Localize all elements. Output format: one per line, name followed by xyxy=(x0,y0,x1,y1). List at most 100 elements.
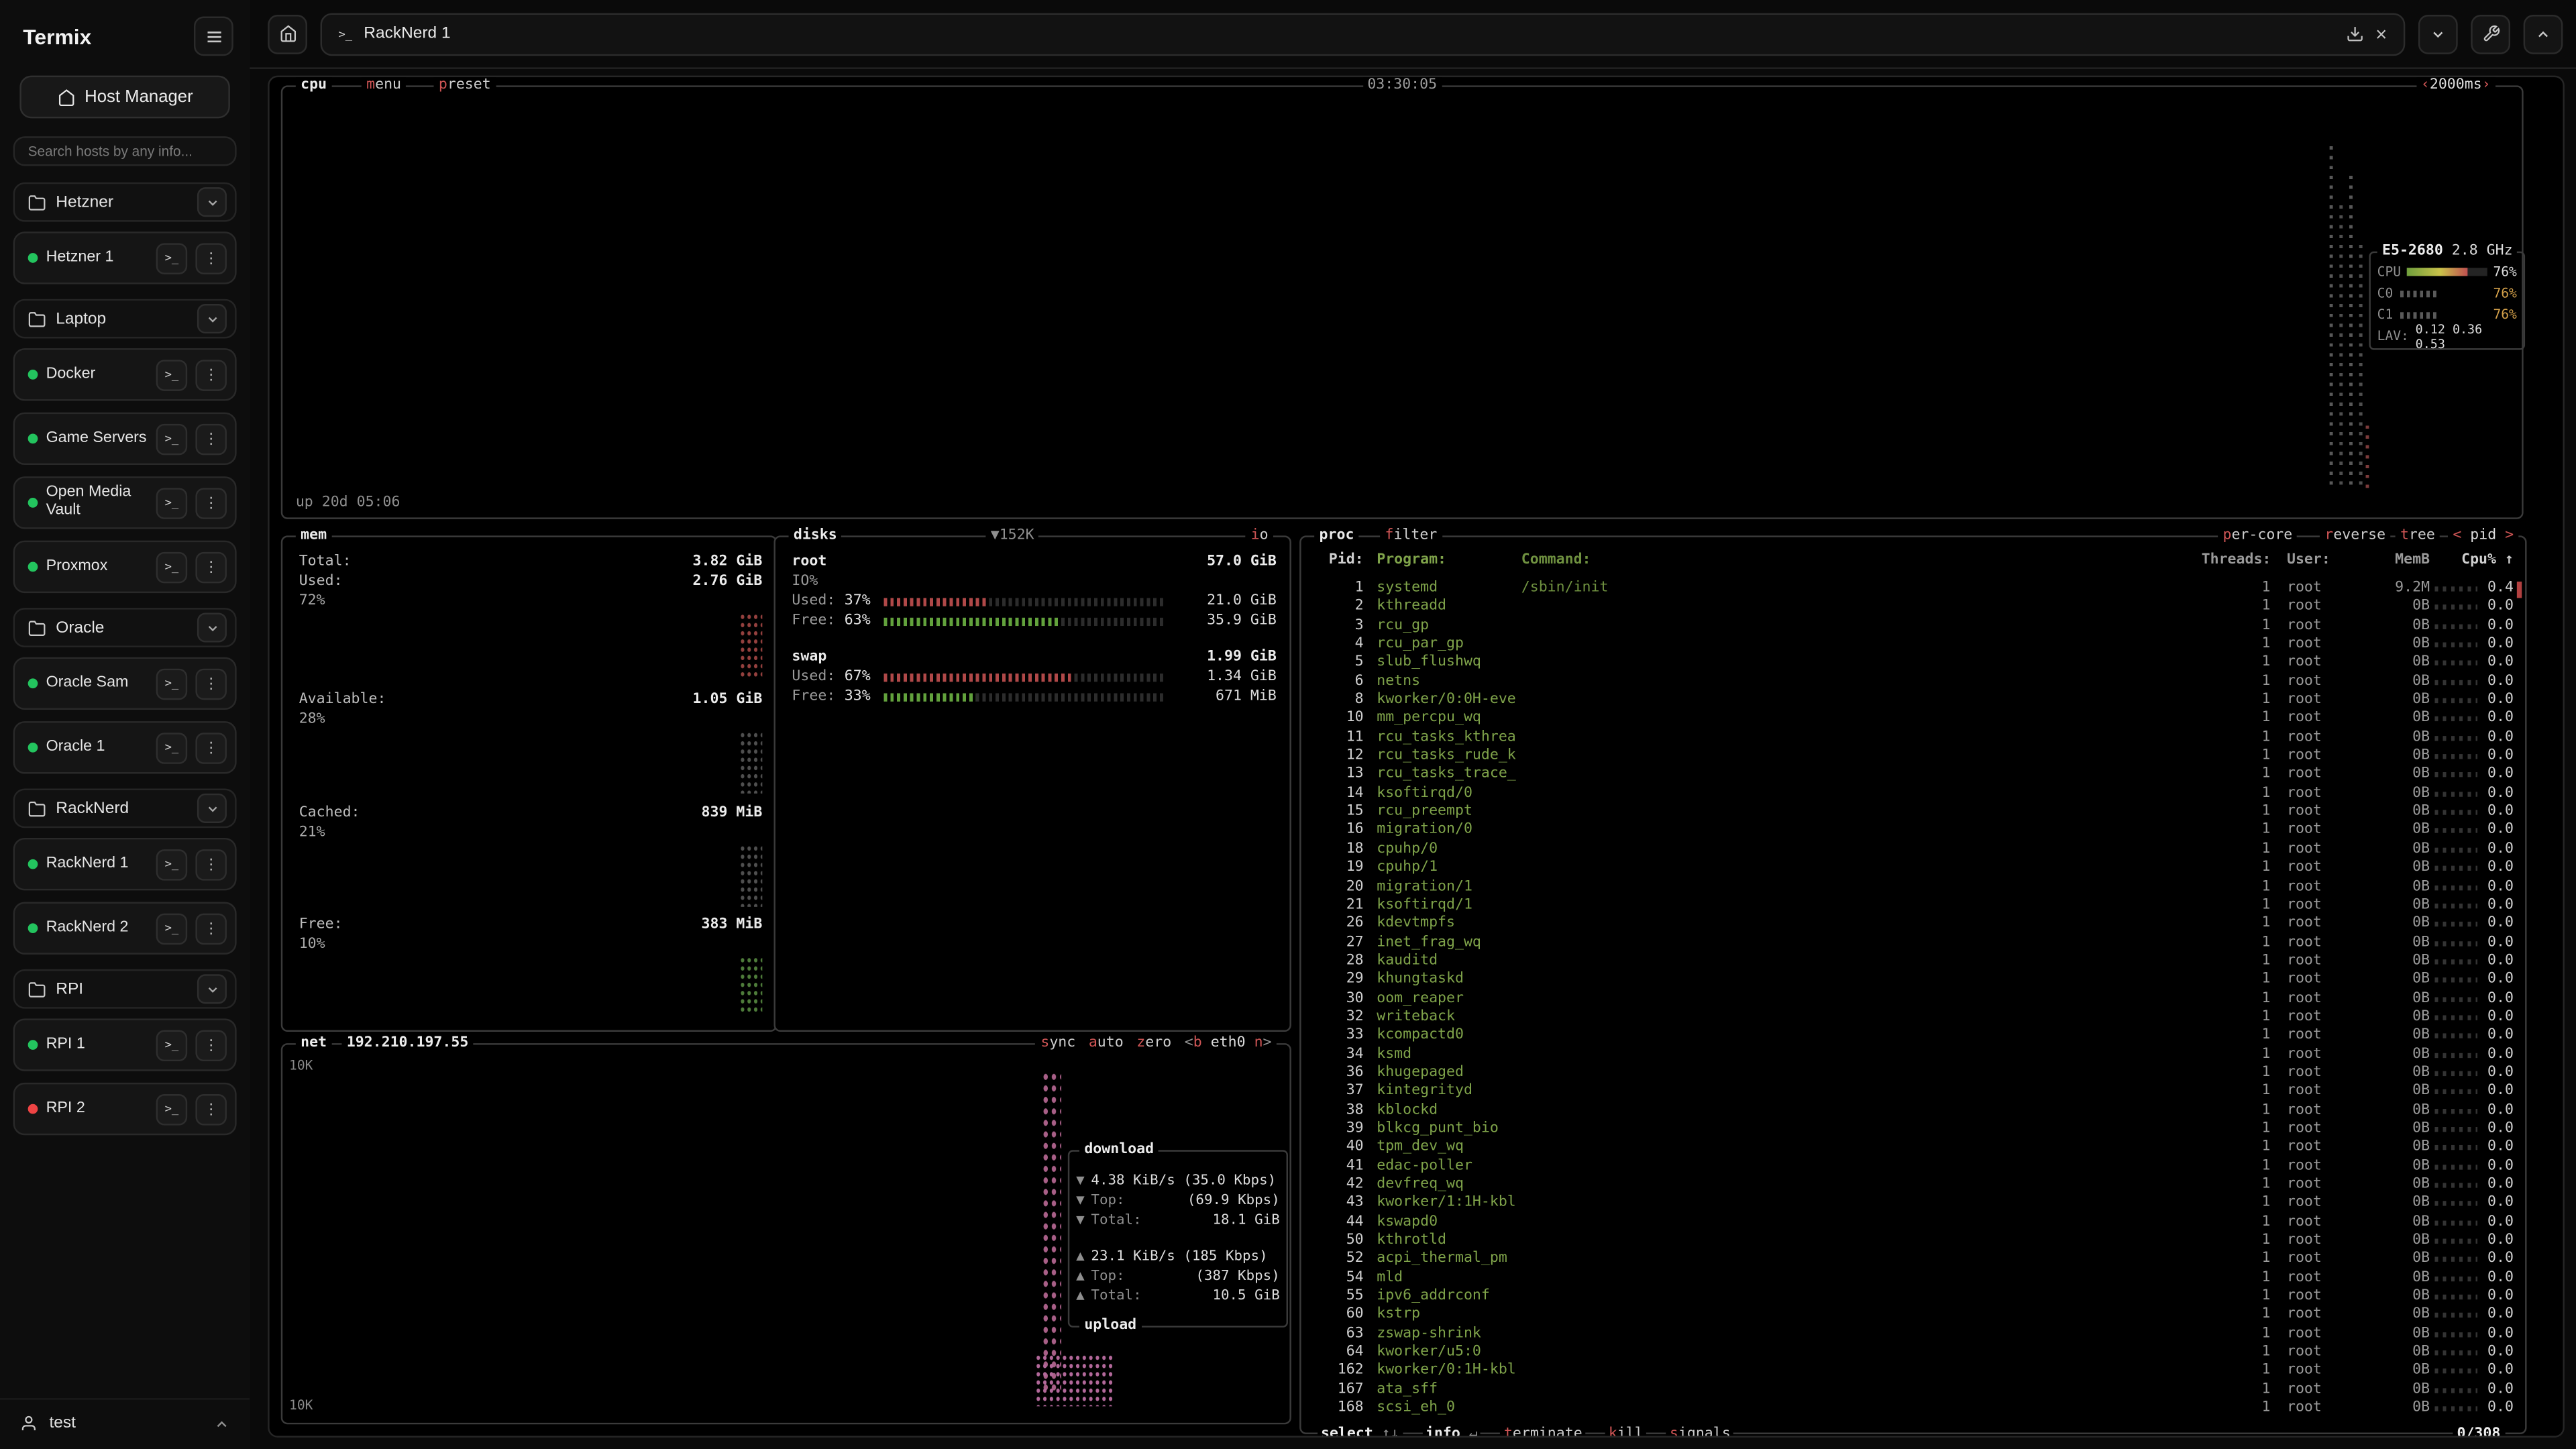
process-row[interactable]: 16migration/01root0B0.0 xyxy=(1301,822,2516,841)
host-manager-button[interactable]: Host Manager xyxy=(19,76,229,119)
host-menu-button[interactable]: ⋮ xyxy=(195,1029,227,1061)
process-row[interactable]: 37kintegrityd1root0B0.0 xyxy=(1301,1083,2516,1102)
folder-collapse-button[interactable] xyxy=(197,974,227,1004)
host-connect-button[interactable]: >_ xyxy=(156,1093,188,1125)
process-row[interactable]: 10mm_percpu_wq1root0B0.0 xyxy=(1301,710,2516,729)
host-connect-button[interactable]: >_ xyxy=(156,359,188,390)
process-row[interactable]: 40tpm_dev_wq1root0B0.0 xyxy=(1301,1139,2516,1158)
host-menu-button[interactable]: ⋮ xyxy=(195,487,227,519)
net-zero-button[interactable]: zero xyxy=(1136,1035,1171,1053)
process-row[interactable]: 26kdevtmpfs1root0B0.0 xyxy=(1301,916,2516,934)
host-connect-button[interactable]: >_ xyxy=(156,912,188,944)
folder-header[interactable]: RPI xyxy=(13,969,237,1009)
process-row[interactable]: 21ksoftirqd/11root0B0.0 xyxy=(1301,897,2516,916)
host-connect-button[interactable]: >_ xyxy=(156,242,188,274)
process-row[interactable]: 34ksmd1root0B0.0 xyxy=(1301,1046,2516,1065)
host-item[interactable]: Oracle Sam >_ ⋮ xyxy=(13,657,237,710)
host-menu-button[interactable]: ⋮ xyxy=(195,849,227,880)
process-row[interactable]: 18cpuhp/01root0B0.0 xyxy=(1301,841,2516,859)
host-menu-button[interactable]: ⋮ xyxy=(195,423,227,455)
host-menu-button[interactable]: ⋮ xyxy=(195,551,227,583)
process-row[interactable]: 60kstrp1root0B0.0 xyxy=(1301,1307,2516,1326)
user-menu[interactable]: test xyxy=(0,1398,250,1449)
host-item[interactable]: Hetzner 1 >_ ⋮ xyxy=(13,231,237,284)
process-row[interactable]: 64kworker/u5:01root0B0.0 xyxy=(1301,1344,2516,1362)
sort-selector[interactable]: < pid > xyxy=(2448,527,2518,545)
folder-collapse-button[interactable] xyxy=(197,794,227,823)
host-item[interactable]: RackNerd 1 >_ ⋮ xyxy=(13,838,237,890)
process-row[interactable]: 30oom_reaper1root0B0.0 xyxy=(1301,990,2516,1009)
process-row[interactable]: 52acpi_thermal_pm1root0B0.0 xyxy=(1301,1251,2516,1270)
tab-close-button[interactable]: × xyxy=(2375,24,2387,44)
chevron-up-icon[interactable] xyxy=(213,1415,229,1432)
split-dropdown-button[interactable] xyxy=(2418,14,2458,54)
folder-collapse-button[interactable] xyxy=(197,612,227,642)
host-menu-button[interactable]: ⋮ xyxy=(195,1093,227,1125)
filter-button[interactable]: filter xyxy=(1380,527,1442,545)
io-mode-button[interactable]: io xyxy=(1246,527,1273,545)
process-row[interactable]: 162kworker/0:1H-kbl1root0B0.0 xyxy=(1301,1362,2516,1381)
per-core-toggle[interactable]: per-core xyxy=(2218,527,2297,545)
process-row[interactable]: 6netns1root0B0.0 xyxy=(1301,673,2516,692)
process-row[interactable]: 3rcu_gp1root0B0.0 xyxy=(1301,617,2516,636)
process-row[interactable]: 27inet_frag_wq1root0B0.0 xyxy=(1301,934,2516,953)
process-row[interactable]: 12rcu_tasks_rude_k1root0B0.0 xyxy=(1301,748,2516,767)
process-row[interactable]: 4rcu_par_gp1root0B0.0 xyxy=(1301,636,2516,655)
host-item[interactable]: Proxmox >_ ⋮ xyxy=(13,541,237,593)
process-row[interactable]: 2kthreadd1root0B0.0 xyxy=(1301,598,2516,617)
process-row[interactable]: 19cpuhp/11root0B0.0 xyxy=(1301,859,2516,878)
process-row[interactable]: 43kworker/1:1H-kbl1root0B0.0 xyxy=(1301,1195,2516,1214)
process-row[interactable]: 32writeback1root0B0.0 xyxy=(1301,1008,2516,1027)
folder-collapse-button[interactable] xyxy=(197,187,227,217)
net-auto-button[interactable]: auto xyxy=(1089,1035,1124,1053)
process-row[interactable]: 42devfreq_wq1root0B0.0 xyxy=(1301,1176,2516,1195)
process-row[interactable]: 33kcompactd01root0B0.0 xyxy=(1301,1027,2516,1046)
host-connect-button[interactable]: >_ xyxy=(156,1029,188,1061)
terminal-view[interactable]: cpu menu preset 03:30:05 ‹2000ms› E5-268… xyxy=(268,76,2565,1438)
process-row[interactable]: 5slub_flushwq1root0B0.0 xyxy=(1301,655,2516,674)
host-item[interactable]: Docker >_ ⋮ xyxy=(13,348,237,400)
process-row[interactable]: 36khugepaged1root0B0.0 xyxy=(1301,1065,2516,1083)
process-row[interactable]: 1systemd/sbin/init1root9.2M0.4 xyxy=(1301,580,2516,598)
kill-button[interactable]: kill xyxy=(1605,1426,1647,1438)
host-connect-button[interactable]: >_ xyxy=(156,849,188,880)
host-connect-button[interactable]: >_ xyxy=(156,423,188,455)
process-row[interactable]: 13rcu_tasks_trace_1root0B0.0 xyxy=(1301,766,2516,785)
host-menu-button[interactable]: ⋮ xyxy=(195,732,227,763)
host-connect-button[interactable]: >_ xyxy=(156,487,188,519)
host-item[interactable]: Open Media Vault >_ ⋮ xyxy=(13,476,237,529)
process-row[interactable]: 50kthrotld1root0B0.0 xyxy=(1301,1232,2516,1251)
tools-button[interactable] xyxy=(2471,14,2510,54)
host-item[interactable]: RPI 1 >_ ⋮ xyxy=(13,1018,237,1071)
process-row[interactable]: 55ipv6_addrconf1root0B0.0 xyxy=(1301,1288,2516,1307)
reverse-toggle[interactable]: reverse xyxy=(2320,527,2390,545)
process-row[interactable]: 28kauditd1root0B0.0 xyxy=(1301,953,2516,971)
update-interval-control[interactable]: ‹2000ms› xyxy=(2416,77,2496,95)
process-row[interactable]: 168scsi_eh_01root0B0.0 xyxy=(1301,1400,2516,1419)
process-row[interactable]: 15rcu_preempt1root0B0.0 xyxy=(1301,804,2516,822)
host-menu-button[interactable]: ⋮ xyxy=(195,359,227,390)
collapse-header-button[interactable] xyxy=(2524,14,2563,54)
tree-toggle[interactable]: tree xyxy=(2396,527,2440,545)
folder-header[interactable]: RackNerd xyxy=(13,789,237,828)
host-item[interactable]: Game Servers >_ ⋮ xyxy=(13,413,237,465)
folder-header[interactable]: Oracle xyxy=(13,608,237,647)
sidebar-menu-button[interactable] xyxy=(194,16,233,56)
host-item[interactable]: RackNerd 2 >_ ⋮ xyxy=(13,902,237,954)
process-row[interactable]: 20migration/11root0B0.0 xyxy=(1301,878,2516,897)
process-row[interactable]: 54mld1root0B0.0 xyxy=(1301,1269,2516,1288)
signals-button[interactable]: signals xyxy=(1666,1426,1734,1438)
net-sync-button[interactable]: sync xyxy=(1040,1035,1075,1053)
menu-button[interactable]: menu xyxy=(362,77,407,95)
process-row[interactable]: 29khungtaskd1root0B0.0 xyxy=(1301,971,2516,990)
host-item[interactable]: RPI 2 >_ ⋮ xyxy=(13,1083,237,1135)
process-row[interactable]: 167ata_sff1root0B0.0 xyxy=(1301,1381,2516,1400)
terminal-tab[interactable]: >_ RackNerd 1 × xyxy=(321,12,2406,55)
search-input[interactable] xyxy=(13,136,237,166)
host-menu-button[interactable]: ⋮ xyxy=(195,668,227,700)
folder-collapse-button[interactable] xyxy=(197,304,227,333)
net-interface-selector[interactable]: <b eth0 n> xyxy=(1185,1035,1272,1053)
home-button[interactable] xyxy=(268,14,307,54)
process-row[interactable]: 63zswap-shrink1root0B0.0 xyxy=(1301,1326,2516,1344)
process-row[interactable]: 39blkcg_punt_bio1root0B0.0 xyxy=(1301,1120,2516,1139)
